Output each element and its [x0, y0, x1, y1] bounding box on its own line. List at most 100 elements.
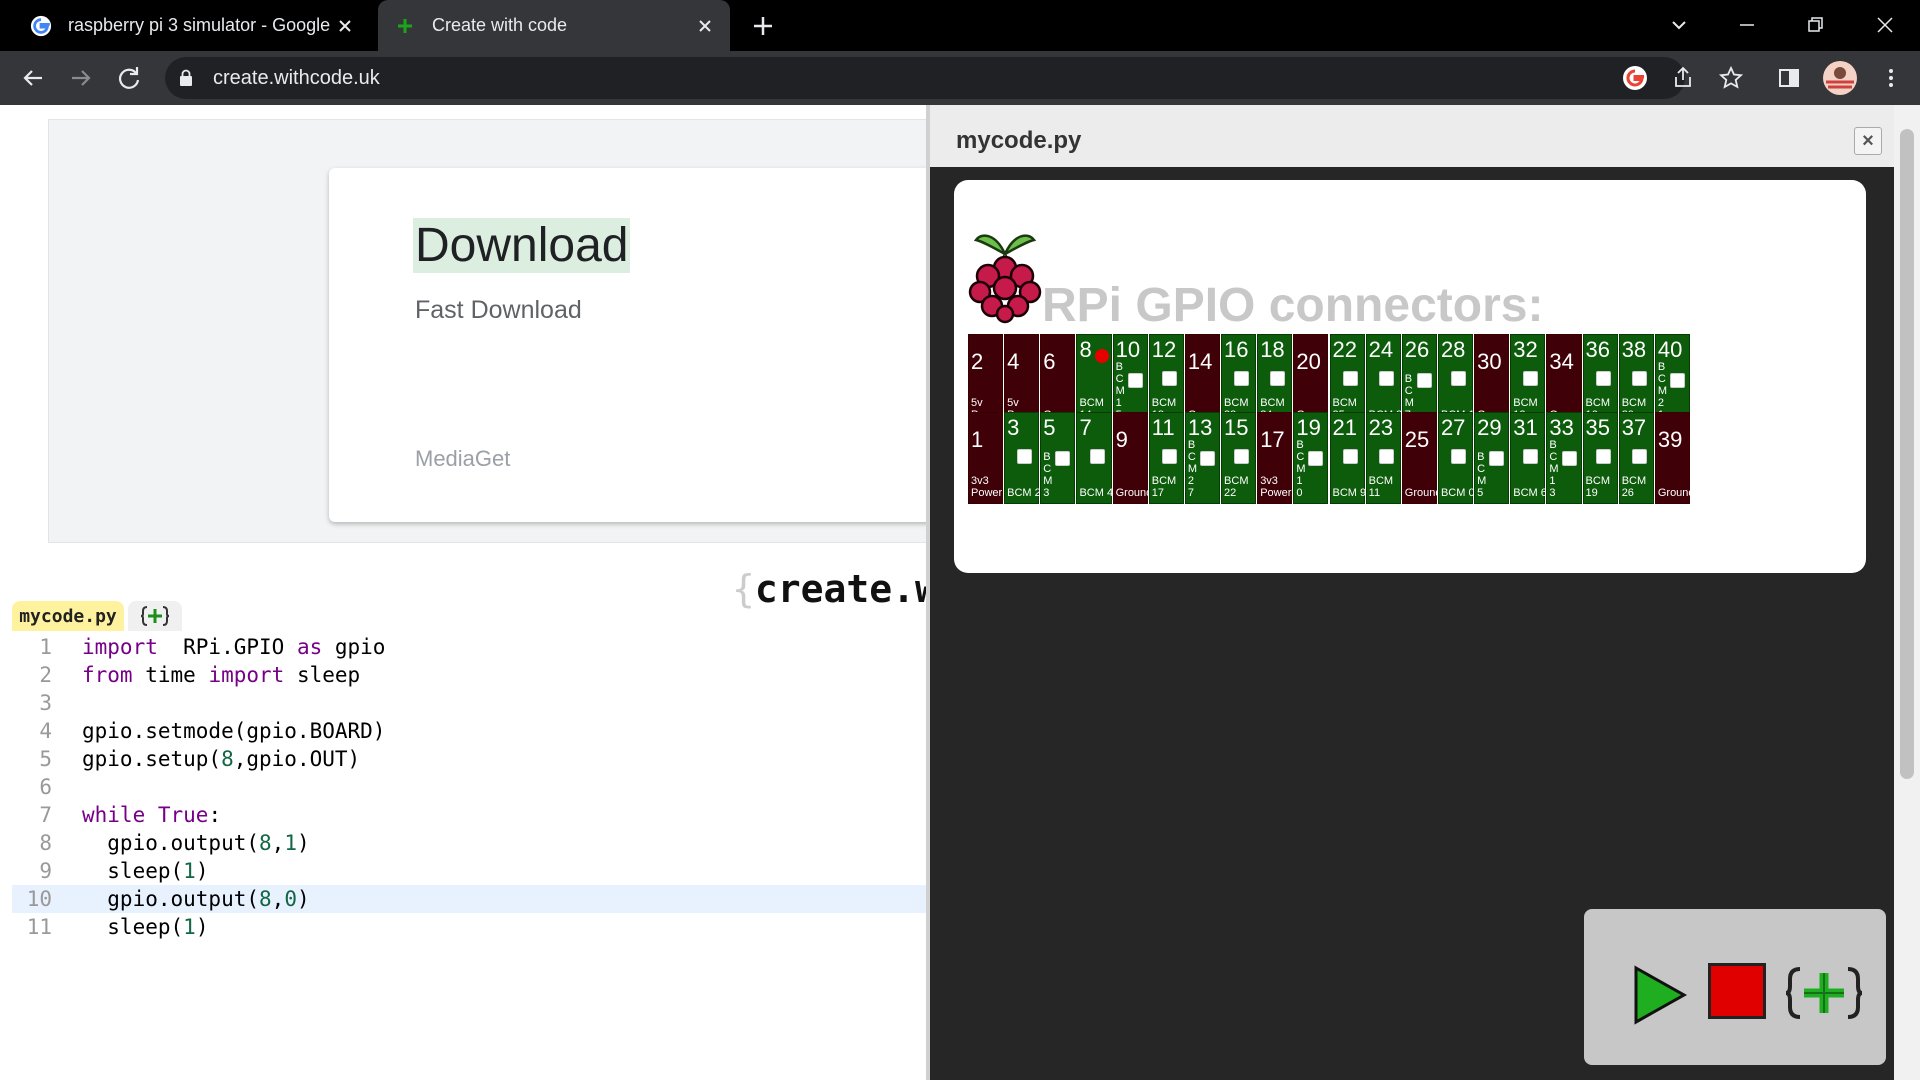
reload-icon[interactable]: [114, 63, 144, 93]
code-text[interactable]: sleep(1): [82, 913, 208, 941]
pin-checkbox[interactable]: [1161, 449, 1177, 464]
gpio-pin-37[interactable]: 37 BCM 26: [1618, 412, 1654, 504]
code-line[interactable]: 3: [12, 689, 928, 717]
gpio-pin-23[interactable]: 23 BCM 11: [1365, 412, 1401, 504]
gpio-pin-35[interactable]: 35 BCM 19: [1582, 412, 1618, 504]
code-text[interactable]: gpio.setmode(gpio.BOARD): [82, 717, 385, 745]
code-line[interactable]: 11 sleep(1): [12, 913, 928, 941]
code-text[interactable]: gpio.setup(8,gpio.OUT): [82, 745, 360, 773]
pin-checkbox[interactable]: [1561, 451, 1577, 466]
bookmark-star-icon[interactable]: [1716, 63, 1746, 93]
forward-icon[interactable]: [66, 63, 96, 93]
pin-checkbox[interactable]: [1631, 449, 1647, 464]
pin-checkbox[interactable]: [1055, 451, 1071, 466]
menu-icon[interactable]: [1876, 63, 1906, 93]
gpio-pin-33[interactable]: 33 B C M 13: [1546, 412, 1582, 504]
new-tab-icon[interactable]: [748, 11, 778, 41]
pin-checkbox[interactable]: [1342, 371, 1358, 386]
page-scrollbar[interactable]: [1894, 105, 1920, 1080]
share-icon[interactable]: [1668, 63, 1698, 93]
pin-checkbox[interactable]: [1161, 371, 1177, 386]
add-file-button[interactable]: [128, 601, 182, 631]
code-text[interactable]: from time import sleep: [82, 661, 360, 689]
tab-search-icon[interactable]: [1662, 8, 1696, 42]
ad-title[interactable]: Download: [413, 218, 631, 273]
gpio-pin-7[interactable]: 7 BCM 4: [1076, 412, 1113, 504]
avatar[interactable]: [1822, 60, 1858, 96]
gpio-pin-3[interactable]: 3 BCM 2: [1004, 412, 1041, 504]
gpio-pin-21[interactable]: 21 BCM 9: [1329, 412, 1366, 504]
gpio-pin-11[interactable]: 11 BCM 17: [1148, 412, 1184, 504]
pin-checkbox[interactable]: [1234, 449, 1250, 464]
gpio-pin-13[interactable]: 13 B C M 27: [1184, 412, 1221, 504]
code-text[interactable]: gpio.output(8,1): [82, 829, 309, 857]
pin-checkbox[interactable]: [1451, 449, 1467, 464]
pin-checkbox[interactable]: [1416, 373, 1432, 388]
browser-tab-google[interactable]: raspberry pi 3 simulator - Google: [14, 0, 370, 51]
pin-checkbox[interactable]: [1523, 371, 1539, 386]
pin-checkbox[interactable]: [1378, 371, 1394, 386]
minimize-icon[interactable]: [1730, 8, 1764, 42]
side-panel-icon[interactable]: [1774, 63, 1804, 93]
pin-checkbox[interactable]: [1669, 373, 1685, 388]
pin-checkbox[interactable]: [1378, 449, 1394, 464]
pin-checkbox[interactable]: [1017, 449, 1033, 464]
code-text[interactable]: sleep(1): [82, 857, 208, 885]
pin-checkbox[interactable]: [1270, 371, 1286, 386]
code-text[interactable]: gpio.output(8,0): [82, 885, 309, 913]
ad-subtitle: Fast Download: [415, 296, 582, 324]
gpio-pin-19[interactable]: 19 B C M 10: [1293, 412, 1329, 504]
popup-close-button[interactable]: ×: [1854, 127, 1882, 155]
close-tab-icon[interactable]: [334, 15, 356, 37]
code-line[interactable]: 1 import RPi.GPIO as gpio: [12, 633, 928, 661]
back-icon[interactable]: [18, 63, 48, 93]
gpio-pin-5[interactable]: 5 B C M 3: [1040, 412, 1076, 504]
stop-button[interactable]: [1708, 963, 1766, 1019]
code-line[interactable]: 2 from time import sleep: [12, 661, 928, 689]
popup-header: mycode.py ×: [930, 105, 1894, 167]
google-lens-icon[interactable]: [1620, 63, 1650, 93]
browser-tab-create-with-code[interactable]: Create with code: [378, 0, 730, 51]
lock-icon[interactable]: [179, 69, 193, 87]
pin-checkbox[interactable]: [1308, 451, 1324, 466]
pin-checkbox[interactable]: [1342, 449, 1358, 464]
code-line[interactable]: 4 gpio.setmode(gpio.BOARD): [12, 717, 928, 745]
gpio-pin-15[interactable]: 15 BCM 22: [1221, 412, 1257, 504]
code-edit-icon[interactable]: [1784, 965, 1864, 1021]
url-text[interactable]: create.withcode.uk: [213, 67, 380, 90]
pin-checkbox[interactable]: [1451, 371, 1467, 386]
code-line[interactable]: 5 gpio.setup(8,gpio.OUT): [12, 745, 928, 773]
gpio-pin-31[interactable]: 31 BCM 6: [1510, 412, 1547, 504]
code-token: ): [195, 915, 209, 939]
code-line[interactable]: 6: [12, 773, 928, 801]
close-window-icon[interactable]: [1868, 8, 1902, 42]
code-text[interactable]: import RPi.GPIO as gpio: [82, 633, 385, 661]
restore-icon[interactable]: [1798, 8, 1832, 42]
code-line[interactable]: 9 sleep(1): [12, 857, 928, 885]
pin-checkbox[interactable]: [1200, 451, 1216, 466]
pin-checkbox[interactable]: [1234, 371, 1250, 386]
ad-card[interactable]: Download Fast Download MediaGet: [329, 168, 989, 522]
close-tab-icon[interactable]: [694, 15, 716, 37]
code-line[interactable]: 7 while True:: [12, 801, 928, 829]
code-editor[interactable]: 1 import RPi.GPIO as gpio 2 from time impor…: [12, 633, 928, 1053]
ad-banner[interactable]: Download Fast Download MediaGet: [48, 119, 989, 543]
code-token: gpio.output(: [82, 887, 260, 911]
gpio-pin-27[interactable]: 27 BCM 0: [1437, 412, 1475, 504]
code-line[interactable]: 8 gpio.output(8,1): [12, 829, 928, 857]
pin-checkbox[interactable]: [1089, 449, 1105, 464]
pin-checkbox[interactable]: [1631, 371, 1647, 386]
scrollbar-thumb[interactable]: [1900, 129, 1914, 779]
code-text[interactable]: while True:: [82, 801, 221, 829]
gpio-pin-29[interactable]: 29 B C M 5: [1474, 412, 1510, 504]
pin-checkbox[interactable]: [1595, 449, 1611, 464]
address-bar[interactable]: create.withcode.uk: [165, 57, 1685, 99]
pin-checkbox[interactable]: [1489, 451, 1505, 466]
file-tab-mycode[interactable]: mycode.py: [12, 601, 124, 631]
code-line[interactable]: 10 gpio.output(8,0): [12, 885, 928, 913]
play-icon[interactable]: [1632, 965, 1688, 1025]
pin-checkbox[interactable]: [1523, 449, 1539, 464]
pin-checkbox[interactable]: [1595, 371, 1611, 386]
pin-checkbox[interactable]: [1127, 373, 1143, 388]
